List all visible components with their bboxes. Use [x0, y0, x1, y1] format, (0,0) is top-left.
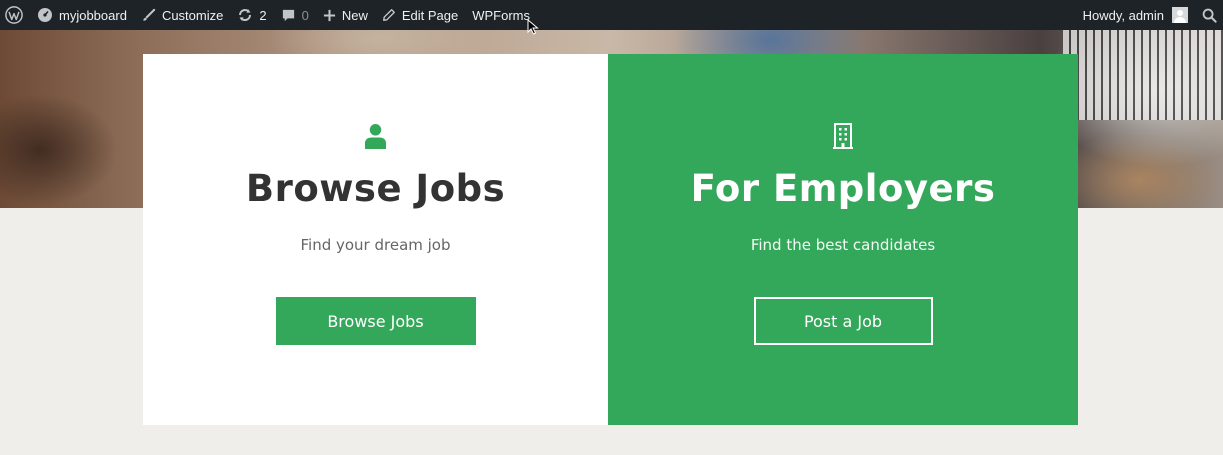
pencil-icon: [382, 9, 395, 21]
browse-jobs-title: Browse Jobs: [245, 167, 506, 210]
dashboard-icon: [38, 8, 52, 22]
post-a-job-button[interactable]: Post a Job: [753, 297, 933, 345]
avatar: [1172, 7, 1188, 23]
for-employers-subtitle: Find the best candidates: [750, 236, 936, 254]
user-icon: [364, 122, 387, 149]
new-label: New: [341, 7, 368, 23]
comment-icon: [282, 9, 294, 21]
site-name-link[interactable]: myjobboard: [30, 0, 134, 30]
for-employers-card: For Employers Find the best candidates P…: [608, 54, 1078, 425]
for-employers-title: For Employers: [690, 167, 996, 210]
admin-bar: myjobboard Customize 2 0 New Edit Page W…: [0, 0, 1223, 30]
brush-icon: [143, 8, 156, 21]
plus-icon: [323, 9, 335, 21]
search-icon: [1202, 8, 1217, 23]
browse-jobs-button[interactable]: Browse Jobs: [275, 297, 476, 345]
browse-jobs-card: Browse Jobs Find your dream job Browse J…: [143, 54, 608, 425]
comments-count: 0: [301, 7, 309, 23]
admin-search[interactable]: [1195, 0, 1223, 30]
hero-photo-detail: [1063, 30, 1223, 120]
updates-link[interactable]: 2: [230, 0, 273, 30]
mouse-cursor-icon: [527, 18, 539, 40]
new-content-link[interactable]: New: [316, 0, 375, 30]
edit-page-link[interactable]: Edit Page: [375, 0, 465, 30]
building-icon: [832, 122, 854, 149]
wpforms-label: WPForms: [472, 7, 530, 23]
howdy-greeting: Howdy, admin: [1082, 7, 1164, 23]
customize-label: Customize: [161, 7, 224, 23]
browse-jobs-subtitle: Find your dream job: [300, 236, 451, 254]
refresh-icon: [239, 9, 252, 21]
customize-link[interactable]: Customize: [134, 0, 230, 30]
site-name: myjobboard: [59, 7, 127, 23]
account-menu[interactable]: Howdy, admin: [1076, 0, 1195, 30]
updates-count: 2: [259, 7, 267, 23]
comments-link[interactable]: 0: [274, 0, 316, 30]
edit-page-label: Edit Page: [401, 7, 459, 23]
wordpress-logo-icon[interactable]: [0, 0, 30, 30]
